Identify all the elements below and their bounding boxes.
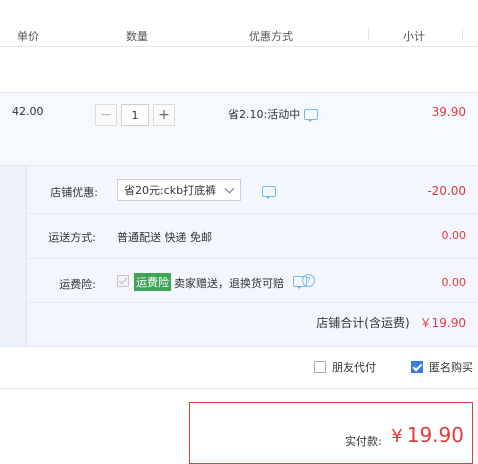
currency-symbol: ¥ <box>391 426 403 447</box>
anonymous-option[interactable]: 匿名购买 <box>411 359 473 375</box>
payment-amount: ¥19.90 <box>391 423 464 447</box>
header-promotion: 优惠方式 <box>249 30 293 43</box>
insurance-tag: 运费险 <box>134 273 171 291</box>
header-subtotal: 小计 <box>403 30 425 43</box>
item-subtotal: 39.90 <box>431 105 466 119</box>
payment-value: 19.90 <box>406 423 464 447</box>
quantity-input[interactable]: 1 <box>121 104 149 126</box>
shop-discount-selected: 省20元:ckb打底裤 <box>124 184 217 197</box>
insurance-label: 运费险: <box>59 278 96 291</box>
promotion-text: 省2.10:活动中 <box>228 108 301 121</box>
friend-pay-label: 朋友代付 <box>332 361 376 374</box>
payment-summary: 实付款: ¥19.90 <box>189 402 473 464</box>
divider <box>0 388 478 389</box>
table-header: 单价 数量 优惠方式 小计 <box>0 22 478 47</box>
header-divider <box>368 28 369 40</box>
increase-quantity-button[interactable]: + <box>153 104 175 126</box>
shop-discount-label: 店铺优惠: <box>50 186 98 199</box>
shop-total: 店铺合计(含运费) ￥19.90 <box>316 314 466 331</box>
header-quantity: 数量 <box>126 30 148 43</box>
shipping-method: 普通配送 快递 免邮 <box>117 231 212 244</box>
row-divider <box>26 258 478 259</box>
help-icon[interactable]: ? <box>302 274 315 287</box>
row-divider <box>26 213 478 214</box>
shop-discount-value: -20.00 <box>427 184 466 198</box>
header-price: 单价 <box>17 30 39 43</box>
friend-pay-checkbox[interactable] <box>314 361 326 373</box>
payment-label: 实付款: <box>345 435 382 448</box>
shop-discount-select[interactable]: 省20元:ckb打底裤 <box>117 179 241 201</box>
row-divider <box>26 302 478 303</box>
panel-left-strip <box>0 166 27 346</box>
cart-item-row: 42.00 − 1 + 省2.10:活动中 39.90 <box>0 92 478 166</box>
insurance-text: 卖家赠送，退换货可赔 <box>174 277 284 290</box>
chevron-down-icon <box>224 183 235 194</box>
shop-total-label: 店铺合计(含运费) <box>316 316 410 330</box>
quantity-stepper: − 1 + <box>95 104 175 126</box>
unit-price: 42.00 <box>12 105 44 118</box>
shipping-label: 运送方式: <box>48 231 96 244</box>
header-divider <box>462 28 463 40</box>
insurance-checkbox <box>117 275 129 287</box>
anonymous-checkbox[interactable] <box>411 361 423 373</box>
shop-total-value: ￥19.90 <box>419 316 466 330</box>
chat-icon[interactable] <box>304 108 319 122</box>
insurance-value: 0.00 <box>441 276 467 289</box>
friend-pay-option[interactable]: 朋友代付 <box>314 359 376 375</box>
shipping-value: 0.00 <box>441 229 467 242</box>
promotion-info: 省2.10:活动中 <box>228 106 319 122</box>
chat-icon[interactable] <box>262 186 276 199</box>
decrease-quantity-button[interactable]: − <box>95 104 117 126</box>
anonymous-label: 匿名购买 <box>429 361 473 374</box>
